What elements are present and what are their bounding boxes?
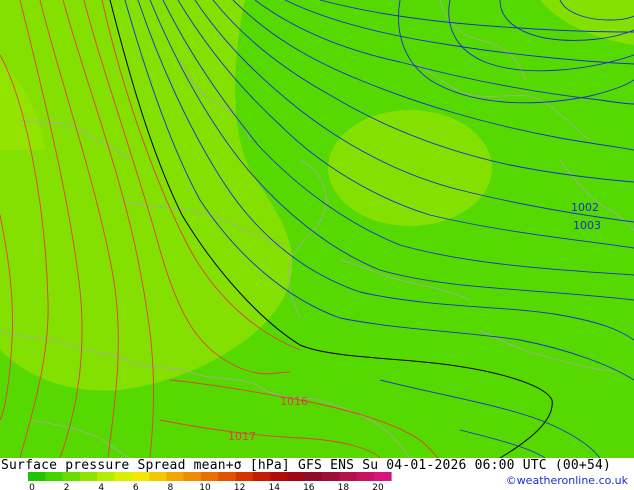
legend-swatch [374,472,392,481]
legend-swatch [45,472,63,481]
legend-tick-label: 16 [303,483,315,490]
legend-swatch [114,472,133,481]
legend-swatch [183,472,202,481]
legend-swatch [322,472,340,481]
legend-swatch [270,472,288,481]
legend-swatch [218,472,236,481]
legend-tick-label: 2 [64,483,70,490]
legend-swatch [304,472,323,481]
legend-swatch [287,472,306,481]
legend-tick-label: 10 [199,483,211,490]
isobar-label-1016-text: 1016 [280,395,308,408]
legend-swatch [339,472,357,481]
isobar-label-1002-text: 1002 [571,201,599,214]
isobar-label-1017-text: 1017 [228,430,256,443]
isobar-label-1003: 1003 [573,219,601,232]
legend-tick-label: 8 [168,483,174,490]
legend-swatch [201,472,219,481]
isobar-label-1016: 1016 [280,395,308,408]
footer-bar: Surface pressure Spread mean+σ [hPa] GFS… [0,458,634,490]
legend-tick-label: 14 [268,483,280,490]
legend-swatch [235,472,254,481]
legend-swatches [28,472,392,481]
legend-tick-label: 4 [98,483,104,490]
legend-tick-label: 6 [133,483,139,490]
isobar-label-1003-text: 1003 [573,219,601,232]
legend-swatch [79,472,98,481]
map-area: 1002 1003 1016 1017 [0,0,634,458]
legend-ticks: 0 2 4 6 8 10 12 14 16 18 20 [29,483,384,490]
legend-tick-label: 18 [338,483,350,490]
legend-swatch [131,472,150,481]
credit-link[interactable]: ©weatheronline.co.uk [506,474,628,487]
color-scale-legend: 0 2 4 6 8 10 12 14 16 18 20 [28,472,392,490]
legend-swatch [62,472,81,481]
isobar-label-1017: 1017 [228,430,256,443]
legend-tick-label: 20 [372,483,384,490]
legend-swatch [356,472,375,481]
legend-swatch [149,472,167,481]
legend-swatch [28,472,46,481]
isobar-label-1002: 1002 [571,201,599,214]
legend-swatch [166,472,184,481]
legend-tick-label: 12 [234,483,245,490]
map-title: Surface pressure Spread mean+σ [hPa] GFS… [1,458,612,473]
legend-swatch [97,472,115,481]
legend-tick-label: 0 [29,483,35,490]
legend-swatch [252,472,271,481]
pressure-map: 1002 1003 1016 1017 [0,0,634,458]
